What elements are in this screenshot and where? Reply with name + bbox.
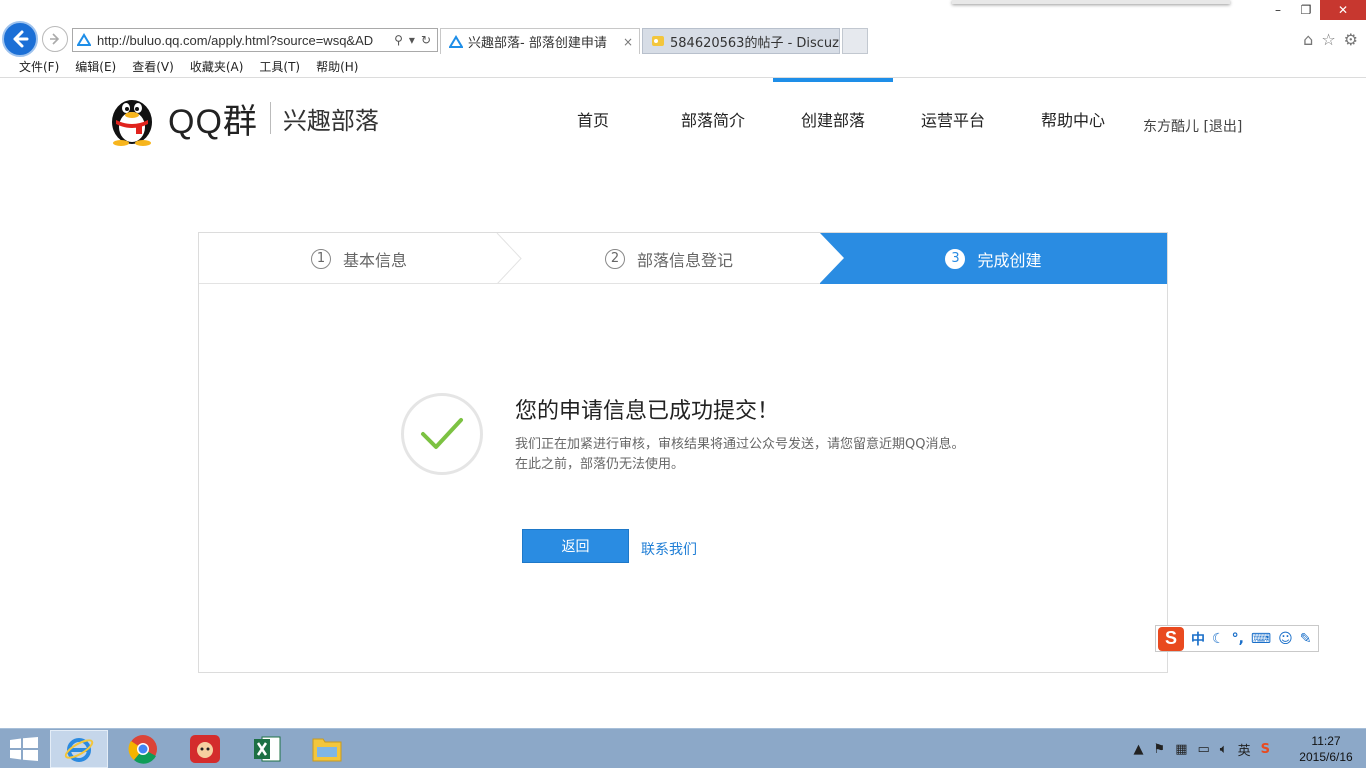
user-icon[interactable]: ☺ xyxy=(1278,631,1293,647)
favorites-star-icon[interactable]: ☆ xyxy=(1321,30,1335,49)
menu-help[interactable]: 帮助(H) xyxy=(316,58,358,75)
monitor-icon[interactable]: ▭ xyxy=(1198,742,1210,757)
action-center-flag-icon[interactable]: ⚑ xyxy=(1154,742,1166,757)
keyboard-icon[interactable]: ⌨ xyxy=(1251,631,1271,647)
search-icon[interactable]: ⚲ xyxy=(394,33,403,47)
windows-start-icon[interactable] xyxy=(10,737,38,761)
browser-tools: ⌂ ☆ ⚙ xyxy=(1303,30,1358,49)
excel-icon xyxy=(254,736,281,762)
browser-chrome: http://buluo.qq.com/apply.html?source=ws… xyxy=(0,0,1366,78)
step-3-current: 3 完成创建 xyxy=(820,233,1167,284)
message-line-2: 在此之前，部落仍无法使用。 xyxy=(515,457,685,472)
language-indicator[interactable]: 英 xyxy=(1238,740,1251,759)
ime-punctuation[interactable]: °, xyxy=(1232,631,1244,647)
nav-help[interactable]: 帮助中心 xyxy=(1013,78,1133,160)
success-message: 我们正在加紧进行审核，审核结果将通过公众号发送，请您留意近期QQ消息。 在此之前… xyxy=(515,435,985,475)
tab-favicon-icon xyxy=(652,36,664,46)
logo-sub-text: 兴趣部落 xyxy=(282,106,379,135)
dropdown-shadow xyxy=(952,0,1230,4)
moon-icon[interactable]: ☾ xyxy=(1212,631,1225,647)
game-app-icon xyxy=(190,735,220,763)
taskbar: ▲ ⚑ ▦ ▭ 🔈︎ 英 S 11:27 2015/6/16 xyxy=(0,728,1366,768)
forward-button[interactable] xyxy=(42,26,68,52)
back-button[interactable] xyxy=(2,21,38,57)
show-hidden-icons-icon[interactable]: ▲ xyxy=(1134,742,1144,757)
ime-toolbar[interactable]: S 中 ☾ °, ⌨ ☺ ✎ xyxy=(1155,625,1319,652)
minimize-button[interactable]: – xyxy=(1264,0,1292,20)
step-number: 1 xyxy=(310,248,331,269)
nav-about[interactable]: 部落简介 xyxy=(653,78,773,160)
sogou-logo-icon[interactable]: S xyxy=(1158,626,1184,651)
dropdown-icon[interactable]: ▾ xyxy=(409,33,415,47)
user-logout-link[interactable]: 东方酷儿 [退出] xyxy=(1143,116,1242,136)
nav-home[interactable]: 首页 xyxy=(533,78,653,160)
step-2: 2 部落信息登记 xyxy=(519,233,819,284)
tab-close-icon[interactable]: × xyxy=(623,35,633,49)
nav-create[interactable]: 创建部落 xyxy=(773,78,893,160)
site-header: QQ群 兴趣部落 首页 部落简介 创建部落 运营平台 帮助中心 东方酷儿 [退出… xyxy=(0,78,1366,160)
site-favicon-icon xyxy=(77,33,91,46)
sogou-tray-icon[interactable]: S xyxy=(1261,742,1270,757)
settings-gear-icon[interactable]: ⚙ xyxy=(1344,30,1358,49)
contact-us-link[interactable]: 联系我们 xyxy=(641,539,697,559)
logo-divider xyxy=(269,102,271,134)
step-indicator: 1 基本信息 2 部落信息登记 3 完成创建 xyxy=(199,233,1167,284)
step-number: 2 xyxy=(604,248,625,269)
checkmark-icon xyxy=(421,418,463,449)
taskbar-explorer[interactable] xyxy=(298,730,356,768)
chrome-icon xyxy=(128,735,157,764)
taskbar-ie[interactable] xyxy=(50,730,108,768)
success-title: 您的申请信息已成功提交！ xyxy=(515,399,780,424)
tab-label: 584620563的帖子 - Discuz! ... xyxy=(670,35,840,51)
success-check-icon xyxy=(401,393,483,475)
refresh-icon[interactable]: ↻ xyxy=(421,33,431,47)
window-controls: – ❐ ✕ xyxy=(1264,0,1366,20)
arrow-right-icon xyxy=(50,33,60,45)
step-label: 基本信息 xyxy=(342,250,407,270)
clock-date: 2015/6/16 xyxy=(1299,750,1353,764)
internet-explorer-icon xyxy=(64,738,94,762)
new-tab-button[interactable] xyxy=(842,28,868,54)
step-arrow xyxy=(820,233,844,283)
close-button[interactable]: ✕ xyxy=(1320,0,1366,20)
taskbar-game[interactable] xyxy=(176,730,234,768)
site-logo[interactable]: QQ群 兴趣部落 xyxy=(106,90,379,146)
menu-bar: 文件(F) 编辑(E) 查看(V) 收藏夹(A) 工具(T) 帮助(H) xyxy=(0,56,1366,78)
step-1: 1 基本信息 xyxy=(199,233,519,284)
folder-icon xyxy=(312,738,342,762)
nav-operations[interactable]: 运营平台 xyxy=(893,78,1013,160)
tab-favicon-icon xyxy=(449,34,463,48)
menu-view[interactable]: 查看(V) xyxy=(132,58,174,75)
clock[interactable]: 11:27 2015/6/16 xyxy=(1286,733,1366,765)
network-icon[interactable]: ▦ xyxy=(1175,742,1187,757)
volume-muted-icon[interactable]: 🔈︎ xyxy=(1220,742,1228,757)
result-card: 1 基本信息 2 部落信息登记 3 完成创建 您的申请信息已成功提交！ 我们正在… xyxy=(198,232,1168,673)
menu-favorites[interactable]: 收藏夹(A) xyxy=(190,58,244,75)
restore-button[interactable]: ❐ xyxy=(1292,0,1320,20)
step-label: 部落信息登记 xyxy=(636,250,733,270)
step-label: 完成创建 xyxy=(977,250,1042,270)
arrow-left-icon xyxy=(13,30,29,48)
qq-penguin-icon xyxy=(112,100,152,146)
tab-label: 兴趣部落- 部落创建申请 xyxy=(468,36,607,51)
main-nav: 首页 部落简介 创建部落 运营平台 帮助中心 xyxy=(533,78,1133,160)
clock-time: 11:27 xyxy=(1311,734,1341,748)
system-tray: ▲ ⚑ ▦ ▭ 🔈︎ 英 S 11:27 2015/6/16 xyxy=(1134,729,1366,768)
logo-main-text: QQ群 xyxy=(168,102,258,141)
menu-file[interactable]: 文件(F) xyxy=(19,58,59,75)
menu-tools[interactable]: 工具(T) xyxy=(259,58,300,75)
tab-discuz[interactable]: 584620563的帖子 - Discuz! ... xyxy=(642,28,840,54)
url-text: http://buluo.qq.com/apply.html?source=ws… xyxy=(97,32,374,48)
taskbar-excel[interactable] xyxy=(238,730,296,768)
message-line-1: 我们正在加紧进行审核，审核结果将通过公众号发送，请您留意近期QQ消息。 xyxy=(515,437,965,452)
back-button[interactable]: 返回 xyxy=(522,529,629,563)
address-bar[interactable]: http://buluo.qq.com/apply.html?source=ws… xyxy=(72,28,438,52)
taskbar-chrome[interactable] xyxy=(114,730,172,768)
ime-mode-toggle[interactable]: 中 xyxy=(1191,629,1205,649)
step-number: 3 xyxy=(945,248,966,269)
wrench-icon[interactable]: ✎ xyxy=(1300,631,1312,647)
menu-edit[interactable]: 编辑(E) xyxy=(75,58,116,75)
home-icon[interactable]: ⌂ xyxy=(1303,30,1313,49)
tab-buluo[interactable]: 兴趣部落- 部落创建申请 × xyxy=(440,28,640,54)
